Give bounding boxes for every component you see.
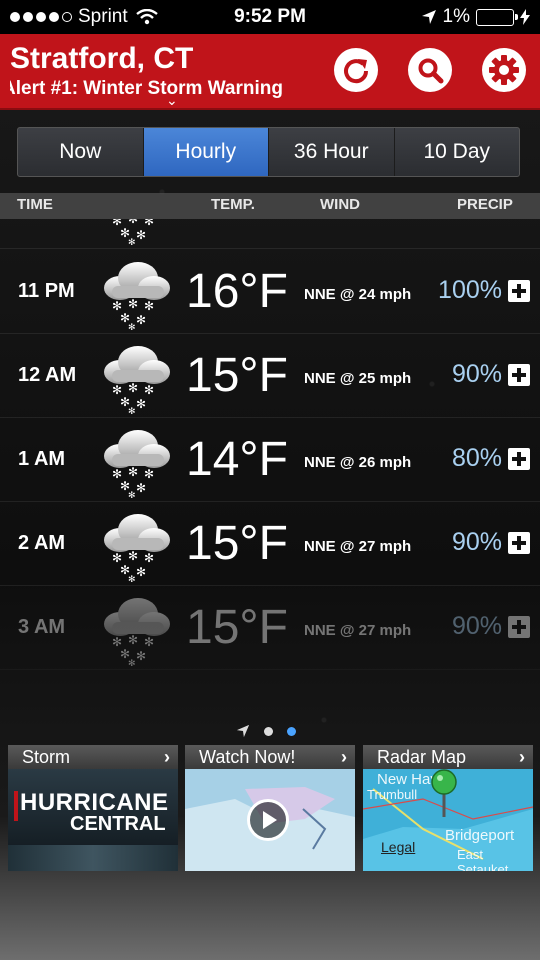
snow-cloud-icon	[104, 514, 170, 582]
row-time: 1 AM	[18, 448, 66, 470]
tab-10-day[interactable]: 10 Day	[395, 128, 520, 176]
page-dot[interactable]	[264, 726, 273, 736]
table-row[interactable]	[0, 219, 540, 249]
row-time: 11 PM	[18, 280, 75, 302]
tile-title: Radar Map	[377, 747, 467, 767]
plus-icon	[512, 620, 526, 634]
city-name[interactable]: Stratford, CT	[10, 42, 193, 76]
forecast-tabs: Now Hourly 36 Hour 10 Day	[17, 127, 520, 177]
row-wind: NNE @ 24 mph	[304, 286, 412, 303]
table-row[interactable]: 12 AM 15°F NNE @ 25 mph 90%	[0, 334, 540, 418]
play-button[interactable]	[247, 799, 289, 841]
column-time: TIME	[17, 196, 53, 213]
chevron-down-icon[interactable]: ⌄	[166, 92, 178, 109]
signal-strength-icon	[10, 12, 72, 22]
page-indicator[interactable]	[236, 724, 296, 738]
map-label-bridgeport: Bridgeport	[445, 827, 515, 844]
wifi-icon	[135, 9, 158, 25]
search-icon	[418, 58, 444, 84]
column-wind: WIND	[320, 196, 360, 213]
plus-icon	[512, 368, 526, 382]
row-wind: NNE @ 27 mph	[304, 622, 412, 639]
row-time: 2 AM	[18, 532, 66, 554]
row-temperature: 15°F	[186, 601, 288, 654]
plus-icon	[512, 284, 526, 298]
watch-now-tile[interactable]: Watch Now! ›	[185, 745, 355, 871]
row-precip: 100%	[438, 276, 502, 304]
location-header: Stratford, CT Alert #1: Winter Storm War…	[0, 34, 540, 110]
table-row[interactable]: 3 AM 15°F NNE @ 27 mph 90%	[0, 586, 540, 670]
refresh-icon	[344, 59, 369, 84]
storm-tile[interactable]: Storm › HURRICANE CENTRAL	[8, 745, 178, 871]
tile-title: Storm	[22, 747, 71, 767]
table-row[interactable]: 11 PM 16°F NNE @ 24 mph 100%	[0, 250, 540, 334]
column-precip: PRECIP	[457, 196, 513, 213]
red-accent-bar	[14, 791, 18, 821]
expand-plus-button[interactable]	[508, 364, 530, 386]
expand-plus-button[interactable]	[508, 532, 530, 554]
settings-button[interactable]	[482, 48, 526, 92]
row-temperature: 15°F	[186, 349, 288, 402]
building-image	[8, 845, 178, 871]
row-temperature: 14°F	[186, 433, 288, 486]
row-temperature: 15°F	[186, 517, 288, 570]
tab-36-hour[interactable]: 36 Hour	[269, 128, 395, 176]
chevron-right-icon: ›	[519, 747, 525, 767]
tab-hourly[interactable]: Hourly	[143, 128, 269, 176]
snow-cloud-icon	[104, 430, 170, 498]
expand-plus-button[interactable]	[508, 448, 530, 470]
row-wind: NNE @ 27 mph	[304, 538, 412, 555]
snow-cloud-icon	[104, 262, 170, 330]
plus-icon	[512, 452, 526, 466]
expand-plus-button[interactable]	[508, 280, 530, 302]
location-arrow-icon	[236, 724, 250, 738]
snow-cloud-icon	[104, 346, 170, 414]
column-temp: TEMP.	[211, 196, 255, 213]
row-precip: 80%	[451, 444, 502, 472]
row-wind: NNE @ 26 mph	[304, 454, 412, 471]
legal-link[interactable]: Legal	[381, 839, 415, 855]
battery-percent: 1%	[442, 6, 470, 27]
tile-title: Watch Now!	[199, 747, 296, 767]
snow-cloud-icon	[104, 598, 170, 666]
carrier-name: Sprint	[78, 6, 128, 27]
battery-icon	[476, 8, 518, 26]
row-wind: NNE @ 25 mph	[304, 370, 412, 387]
map-label-trumbull: Trumbull	[367, 787, 418, 802]
table-row[interactable]: 2 AM 15°F NNE @ 27 mph 90%	[0, 502, 540, 586]
row-time: 12 AM	[18, 364, 77, 386]
row-temperature: 16°F	[186, 265, 288, 318]
chevron-right-icon: ›	[341, 747, 347, 767]
tab-now[interactable]: Now	[18, 128, 144, 176]
refresh-button[interactable]	[334, 48, 378, 92]
row-precip: 90%	[451, 360, 502, 388]
snow-cloud-icon	[104, 219, 170, 245]
expand-plus-button[interactable]	[508, 616, 530, 638]
charging-bolt-icon	[520, 9, 530, 25]
page-dot-active[interactable]	[287, 726, 296, 736]
table-row[interactable]: 1 AM 14°F NNE @ 26 mph 80%	[0, 418, 540, 502]
map-pin-icon	[431, 769, 457, 817]
central-label: CENTRAL	[70, 813, 166, 835]
radar-map-tile[interactable]: Radar Map › New Haven Trumbull Bridgepor…	[363, 745, 533, 871]
row-precip: 90%	[451, 612, 502, 640]
play-icon	[263, 811, 277, 829]
location-arrow-icon	[421, 10, 436, 24]
hourly-list[interactable]: 11 PM 16°F NNE @ 24 mph 100% 12 AM 15°F …	[0, 219, 540, 674]
row-time: 3 AM	[18, 616, 66, 638]
column-headers: TIME TEMP. WIND PRECIP	[0, 193, 540, 219]
plus-icon	[512, 536, 526, 550]
status-bar: Sprint 9:52 PM 1%	[0, 0, 540, 34]
chevron-right-icon: ›	[164, 747, 170, 767]
map-label-east-setauket: East Setauket	[457, 847, 509, 871]
row-precip: 90%	[451, 528, 502, 556]
search-button[interactable]	[408, 48, 452, 92]
gear-icon	[489, 55, 519, 85]
